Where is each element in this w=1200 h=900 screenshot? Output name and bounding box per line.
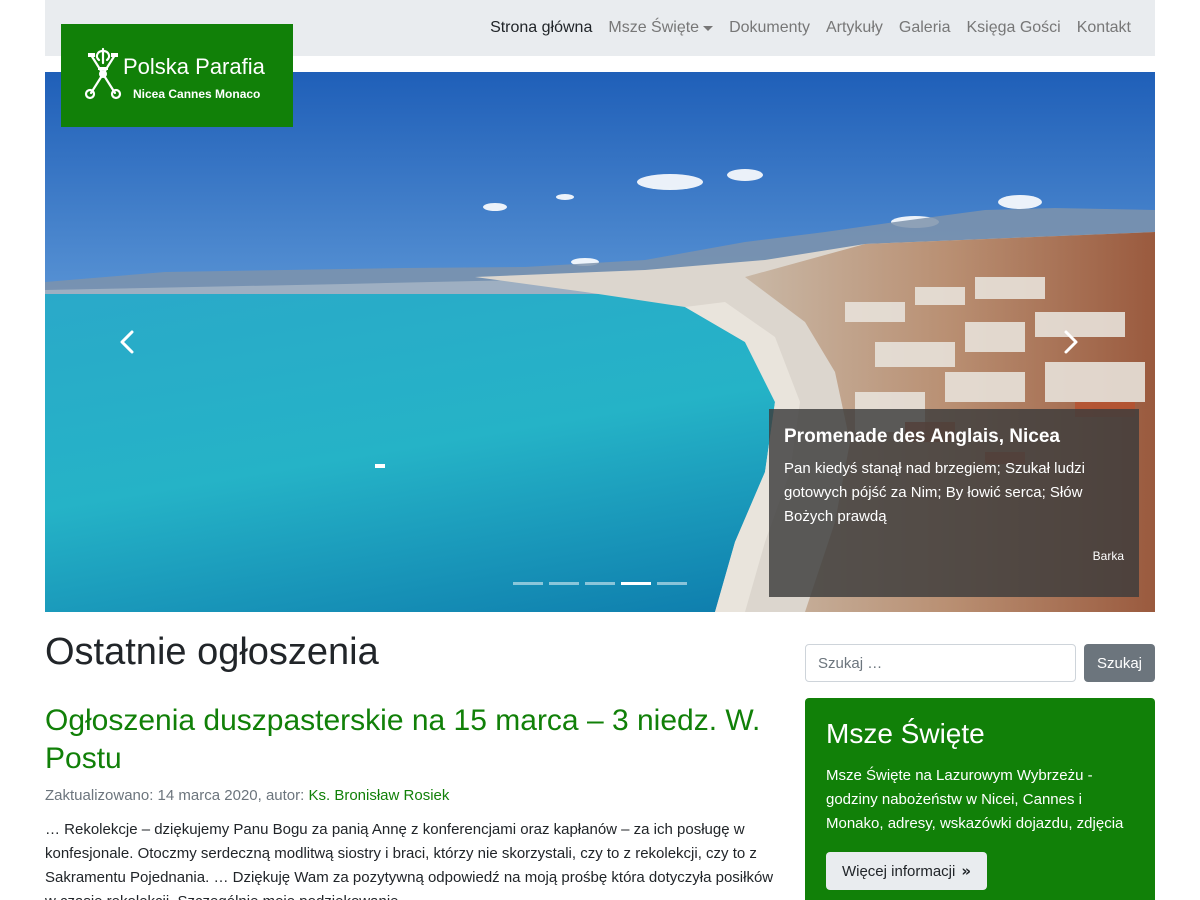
page-heading: Ostatnie ogłoszenia bbox=[45, 631, 379, 673]
nav-item-home[interactable]: Strona główna bbox=[482, 19, 600, 37]
post-meta: Zaktualizowano: 14 marca 2020, autor: Ks… bbox=[45, 787, 449, 804]
nav-item-articles[interactable]: Artykuły bbox=[818, 19, 891, 37]
caption-text: Pan kiedyś stanął nad brzegiem; Szukał l… bbox=[784, 460, 1085, 525]
nav-item-gallery[interactable]: Galeria bbox=[891, 19, 959, 37]
carousel-caption: Promenade des Anglais, Nicea Pan kiedyś … bbox=[769, 409, 1139, 597]
carousel-prev-button[interactable] bbox=[108, 322, 148, 362]
carousel-indicator[interactable] bbox=[549, 582, 579, 585]
nav-item-label: Artykuły bbox=[825, 19, 883, 36]
carousel-indicator-active[interactable] bbox=[621, 582, 651, 585]
double-chevron-right-icon: » bbox=[961, 862, 972, 880]
widget-text: Msze Święte na Lazurowym Wybrzeżu - godz… bbox=[826, 767, 1124, 832]
carousel-indicator[interactable] bbox=[513, 582, 543, 585]
caption-title: Promenade des Anglais, Nicea bbox=[784, 426, 1060, 447]
nav-item-label: Dokumenty bbox=[729, 19, 810, 36]
nav-item-guestbook[interactable]: Księga Gości bbox=[958, 19, 1068, 37]
carousel-indicator[interactable] bbox=[585, 582, 615, 585]
caret-down-icon bbox=[703, 25, 714, 31]
more-info-button[interactable]: Więcej informacji » bbox=[826, 852, 987, 890]
chevron-right-icon bbox=[1064, 330, 1078, 354]
widget-title: Msze Święte bbox=[826, 718, 985, 749]
masses-widget: Msze Święte Msze Święte na Lazurowym Wyb… bbox=[805, 698, 1155, 900]
more-info-label: Więcej informacji bbox=[841, 862, 956, 880]
nav-item-masses-dropdown[interactable]: Msze Święte bbox=[600, 19, 721, 37]
nav-item-label: Msze Święte bbox=[608, 19, 700, 36]
hero-carousel: Promenade des Anglais, Nicea Pan kiedyś … bbox=[45, 72, 1155, 612]
carousel-indicators bbox=[513, 582, 687, 585]
search-input[interactable] bbox=[805, 644, 1076, 682]
post-excerpt: … Rekolekcje – dziękujemy Panu Bogu za p… bbox=[45, 821, 774, 900]
chevron-left-icon bbox=[120, 330, 134, 354]
post-meta-prefix: Zaktualizowano: 14 marca 2020, autor: bbox=[45, 787, 309, 804]
post-author-link[interactable]: Ks. Bronisław Rosiek bbox=[308, 787, 449, 804]
carousel-next-button[interactable] bbox=[1050, 322, 1090, 362]
post-title-link[interactable]: Ogłoszenia duszpasterskie na 15 marca – … bbox=[45, 702, 785, 778]
nav-item-documents[interactable]: Dokumenty bbox=[721, 19, 818, 37]
logo-subtitle: Nicea Cannes Monaco bbox=[133, 87, 261, 101]
nav-item-label: Księga Gości bbox=[966, 19, 1061, 36]
nav-item-label: Kontakt bbox=[1076, 19, 1131, 36]
nav-item-label: Strona główna bbox=[490, 19, 593, 36]
nav-item-label: Galeria bbox=[898, 19, 951, 36]
nav-links: Strona główna Msze Święte Dokumenty Arty… bbox=[482, 0, 1139, 56]
nav-item-contact[interactable]: Kontakt bbox=[1069, 19, 1139, 37]
search-button[interactable]: Szukaj bbox=[1084, 644, 1155, 682]
logo-title: Polska Parafia bbox=[123, 54, 265, 79]
site-logo[interactable]: Polska Parafia Nicea Cannes Monaco bbox=[61, 24, 293, 127]
papal-keys-icon bbox=[84, 47, 122, 100]
caption-source: Barka bbox=[1092, 549, 1124, 563]
carousel-indicator[interactable] bbox=[657, 582, 687, 585]
